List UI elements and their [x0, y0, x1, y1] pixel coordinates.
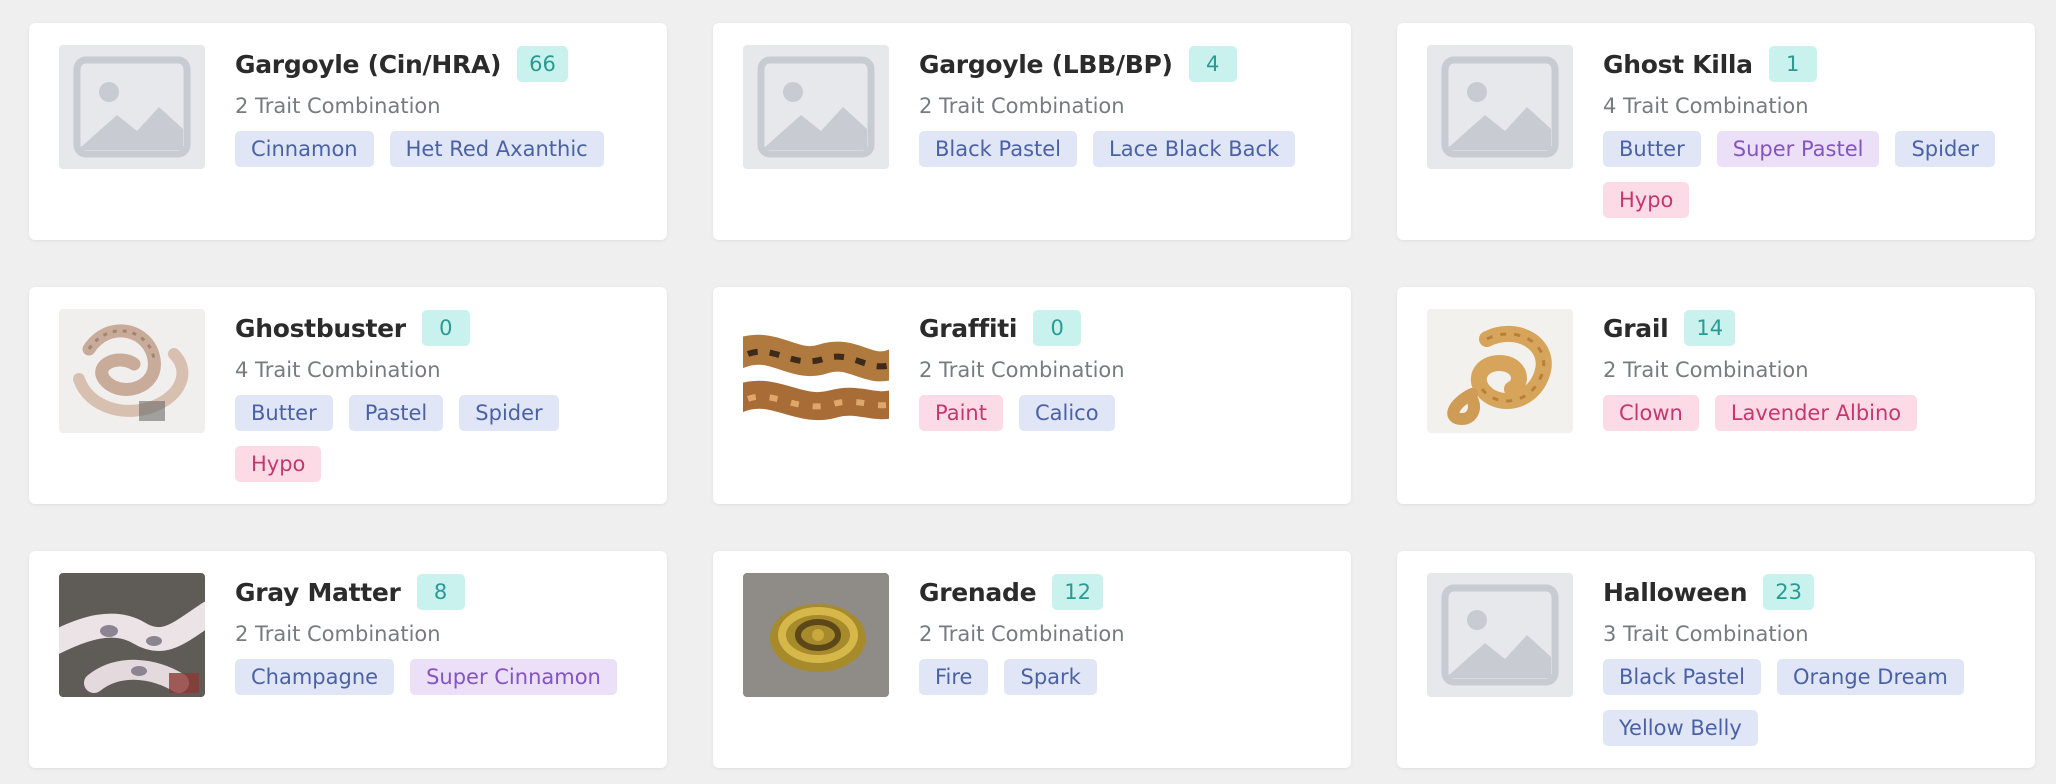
morph-card-gargoyle-lbb-bp[interactable]: Gargoyle (LBB/BP) 4 2 Trait Combination … — [713, 23, 1351, 240]
trait-combination-label: 2 Trait Combination — [919, 358, 1125, 382]
trait-tag[interactable]: Clown — [1603, 395, 1699, 431]
trait-tag[interactable]: Lavender Albino — [1714, 395, 1918, 431]
trait-tag[interactable]: Paint — [919, 395, 1003, 431]
placeholder-image-icon — [1427, 45, 1573, 169]
morph-card-ghost-killa[interactable]: Ghost Killa 1 4 Trait Combination Butter… — [1397, 23, 2035, 240]
placeholder-image-icon — [59, 45, 205, 169]
trait-tag[interactable]: Spider — [1895, 131, 1995, 167]
trait-tags: Champagne Super Cinnamon — [235, 659, 647, 695]
trait-tag[interactable]: Hypo — [1603, 182, 1690, 218]
trait-combination-label: 2 Trait Combination — [1603, 358, 1809, 382]
trait-tags: Butter Super Pastel Spider Hypo — [1603, 131, 2015, 218]
trait-tag[interactable]: Champagne — [235, 659, 395, 695]
trait-combination-label: 2 Trait Combination — [919, 94, 1125, 118]
trait-tag[interactable]: Butter — [1603, 131, 1701, 167]
trait-tag[interactable]: Spark — [1004, 659, 1097, 695]
morph-name[interactable]: Gargoyle (Cin/HRA) — [235, 50, 501, 79]
trait-tag[interactable]: Super Pastel — [1716, 131, 1880, 167]
trait-tag[interactable]: Orange Dream — [1777, 659, 1964, 695]
snake-photo — [59, 309, 205, 433]
trait-tags: Paint Calico — [919, 395, 1331, 431]
trait-tags: Black Pastel Orange Dream Yellow Belly — [1603, 659, 2015, 746]
trait-tag[interactable]: Fire — [919, 659, 989, 695]
trait-tags: Black Pastel Lace Black Back — [919, 131, 1331, 167]
morph-card-graffiti[interactable]: Graffiti 0 2 Trait Combination Paint Cal… — [713, 287, 1351, 504]
morph-name[interactable]: Grenade — [919, 578, 1037, 607]
trait-tag[interactable]: Lace Black Back — [1093, 131, 1296, 167]
trait-combination-label: 4 Trait Combination — [235, 358, 441, 382]
morph-name[interactable]: Gargoyle (LBB/BP) — [919, 50, 1173, 79]
trait-tag[interactable]: Het Red Axanthic — [389, 131, 604, 167]
count-badge: 23 — [1763, 574, 1814, 610]
morph-card-grail[interactable]: Grail 14 2 Trait Combination Clown Laven… — [1397, 287, 2035, 504]
trait-combination-label: 2 Trait Combination — [235, 94, 441, 118]
morph-card-halloween[interactable]: Halloween 23 3 Trait Combination Black P… — [1397, 551, 2035, 768]
trait-combination-label: 3 Trait Combination — [1603, 622, 1809, 646]
trait-tags: Cinnamon Het Red Axanthic — [235, 131, 647, 167]
count-badge: 14 — [1684, 310, 1736, 346]
snake-photo — [1427, 309, 1573, 433]
morph-grid: Gargoyle (Cin/HRA) 66 2 Trait Combinatio… — [0, 0, 2056, 784]
trait-tag[interactable]: Pastel — [348, 395, 444, 431]
count-badge: 12 — [1052, 574, 1103, 610]
trait-tags: Fire Spark — [919, 659, 1331, 695]
trait-tag[interactable]: Yellow Belly — [1603, 710, 1758, 746]
trait-tag[interactable]: Calico — [1018, 395, 1115, 431]
trait-tags: Clown Lavender Albino — [1603, 395, 2015, 431]
trait-tag[interactable]: Black Pastel — [1603, 659, 1762, 695]
count-badge: 0 — [421, 310, 470, 346]
trait-tags: Butter Pastel Spider Hypo — [235, 395, 647, 482]
morph-card-gray-matter[interactable]: Gray Matter 8 2 Trait Combination Champa… — [29, 551, 667, 768]
count-badge: 8 — [416, 574, 465, 610]
trait-tag[interactable]: Black Pastel — [919, 131, 1078, 167]
trait-tag[interactable]: Super Cinnamon — [410, 659, 617, 695]
snake-photo — [59, 573, 205, 697]
snake-photo — [743, 309, 889, 433]
morph-name[interactable]: Grail — [1603, 314, 1669, 343]
morph-card-grenade[interactable]: Grenade 12 2 Trait Combination Fire Spar… — [713, 551, 1351, 768]
trait-tag[interactable]: Hypo — [235, 446, 322, 482]
count-badge: 1 — [1768, 46, 1817, 82]
morph-name[interactable]: Halloween — [1603, 578, 1748, 607]
trait-combination-label: 2 Trait Combination — [235, 622, 441, 646]
trait-combination-label: 4 Trait Combination — [1603, 94, 1809, 118]
count-badge: 4 — [1188, 46, 1237, 82]
morph-name[interactable]: Ghostbuster — [235, 314, 406, 343]
count-badge: 0 — [1033, 310, 1082, 346]
trait-tag[interactable]: Cinnamon — [235, 131, 374, 167]
placeholder-image-icon — [743, 45, 889, 169]
trait-combination-label: 2 Trait Combination — [919, 622, 1125, 646]
morph-card-ghostbuster[interactable]: Ghostbuster 0 4 Trait Combination Butter… — [29, 287, 667, 504]
snake-photo — [743, 573, 889, 697]
morph-name[interactable]: Gray Matter — [235, 578, 401, 607]
morph-name[interactable]: Graffiti — [919, 314, 1017, 343]
count-badge: 66 — [517, 46, 568, 82]
morph-card-gargoyle-cin-hra[interactable]: Gargoyle (Cin/HRA) 66 2 Trait Combinatio… — [29, 23, 667, 240]
placeholder-image-icon — [1427, 573, 1573, 697]
morph-name[interactable]: Ghost Killa — [1603, 50, 1753, 79]
trait-tag[interactable]: Spider — [459, 395, 559, 431]
trait-tag[interactable]: Butter — [235, 395, 333, 431]
